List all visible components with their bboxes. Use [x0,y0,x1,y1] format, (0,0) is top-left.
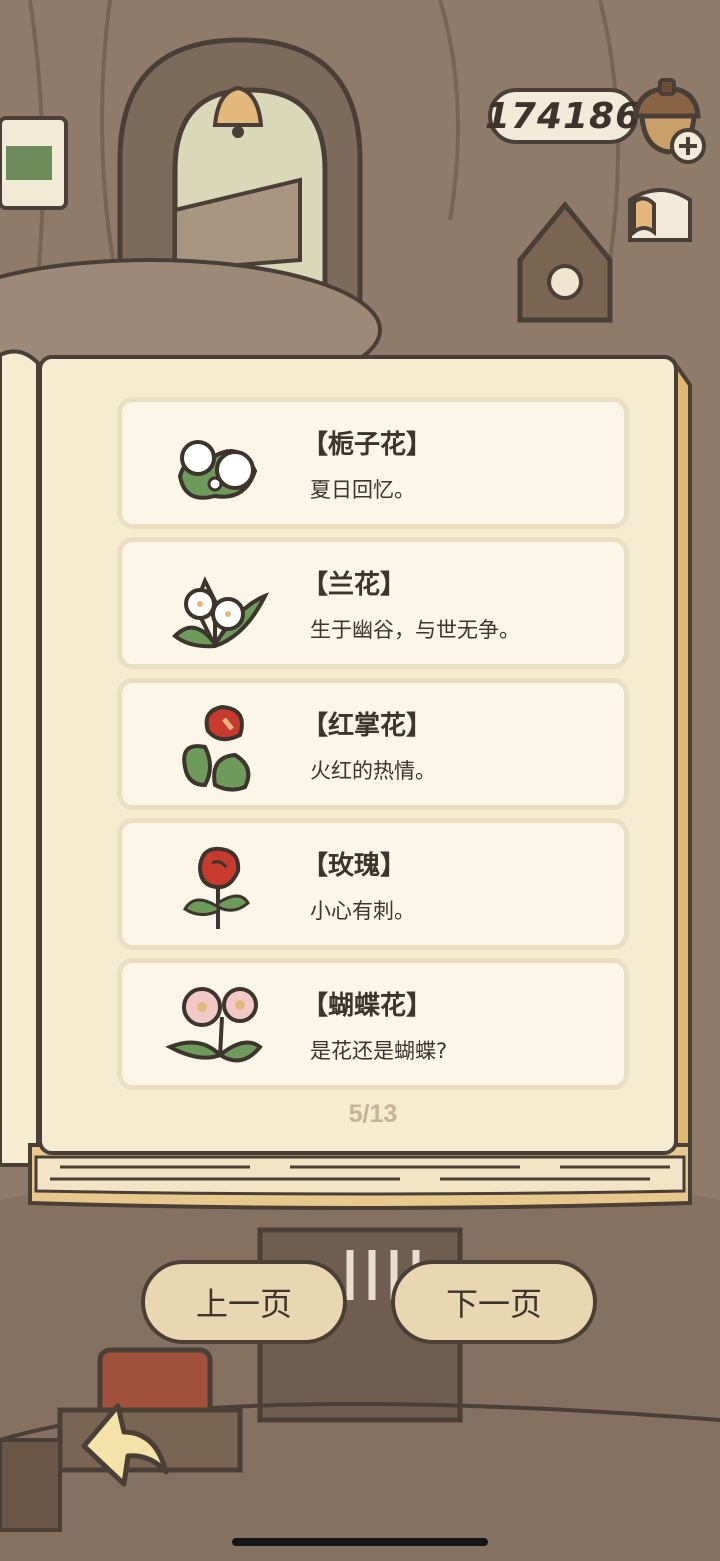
currency-amount: 174186 [484,95,642,137]
flower-description: 火红的热情。 [310,759,436,783]
flower-description: 小心有刺。 [310,899,415,923]
flower-description: 生于幽谷，与世无争。 [310,618,520,642]
calendar-icon [0,116,68,210]
phalaenopsis-icon [165,987,263,1063]
next-page-button[interactable]: 下一页 [391,1260,597,1344]
flower-description: 是花还是蝴蝶? [310,1039,448,1063]
flower-description: 夏日回忆。 [310,478,415,502]
anthurium-icon [182,704,251,792]
home-indicator [232,1538,488,1546]
flower-name: 【红掌花】 [302,711,433,741]
currency-counter: 174186 [484,88,642,144]
page-indicator: 5/13 [348,1100,398,1128]
gardenia-icon [177,440,258,500]
prev-page-button[interactable]: 上一页 [141,1260,347,1344]
flower-card-gardenia[interactable]: 【栀子花】 夏日回忆。 [117,397,629,529]
flower-name: 【玫瑰】 [302,851,407,881]
flower-name: 【栀子花】 [302,430,433,460]
back-arrow-icon [81,1403,169,1487]
flower-card-phalaenopsis[interactable]: 【蝴蝶花】 是花还是蝴蝶? [117,958,629,1090]
flower-name: 【兰花】 [302,570,407,600]
flower-card-orchid[interactable]: 【兰花】 生于幽谷，与世无争。 [117,537,629,669]
plus-icon [670,128,706,164]
tent-shop-icon [628,188,692,242]
acorn-add-button[interactable] [624,76,710,166]
rose-icon [182,846,250,929]
flower-card-rose[interactable]: 【玫瑰】 小心有刺。 [117,818,629,950]
shop-button[interactable] [620,180,700,250]
flower-name: 【蝴蝶花】 [302,991,433,1021]
orchid-icon [172,576,270,649]
back-button[interactable] [72,1398,172,1488]
flower-card-anthurium[interactable]: 【红掌花】 火红的热情。 [117,678,629,810]
